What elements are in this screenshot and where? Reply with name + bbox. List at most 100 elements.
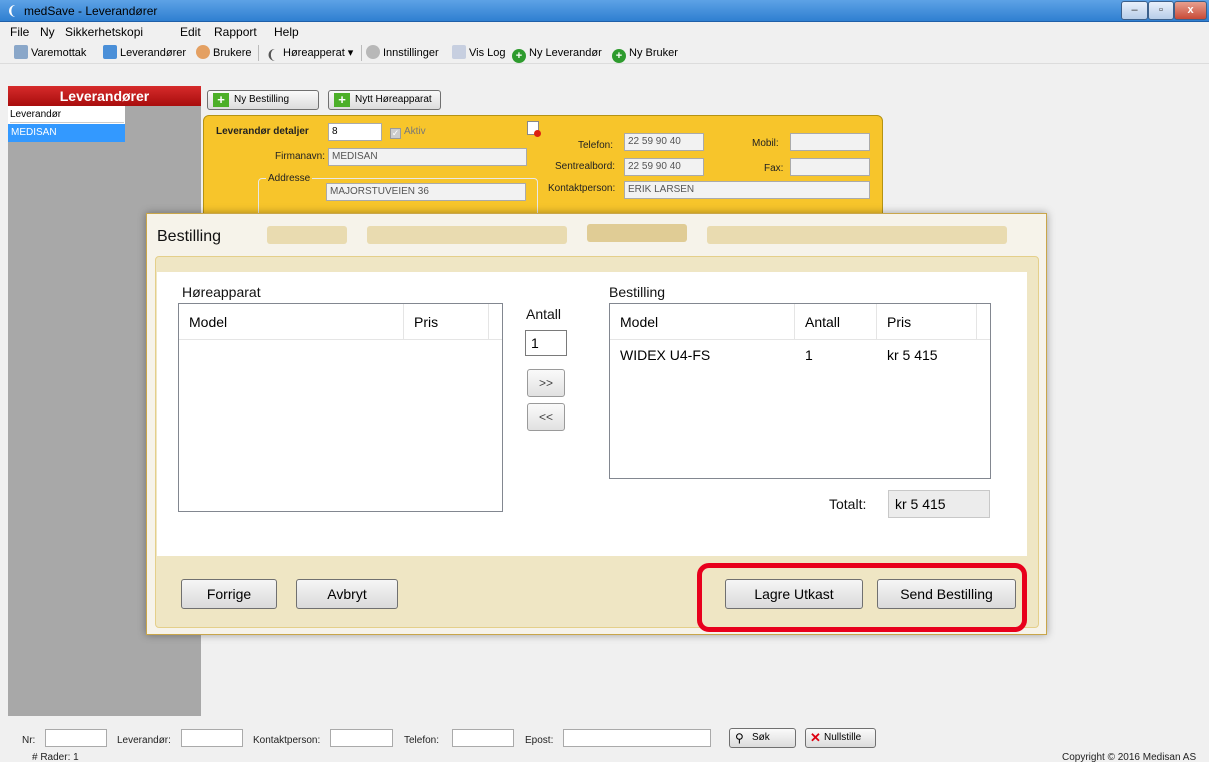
- search-epost-label: Epost:: [525, 735, 554, 746]
- sentralbord-field[interactable]: 22 59 90 40: [624, 158, 704, 176]
- highlight-annotation: [697, 563, 1027, 632]
- supplier-list-column[interactable]: Leverandør: [10, 107, 124, 123]
- toolbar-varemottak[interactable]: Varemottak: [14, 45, 86, 61]
- delete-document-icon[interactable]: [527, 121, 541, 137]
- column-pris[interactable]: Pris: [404, 304, 489, 340]
- kontaktperson-field[interactable]: ERIK LARSEN: [624, 181, 870, 199]
- kontaktperson-label: Kontaktperson:: [548, 183, 616, 194]
- aktiv-checkbox[interactable]: ✓ Aktiv: [390, 126, 426, 139]
- close-button[interactable]: x: [1174, 1, 1207, 20]
- copyright: Copyright © 2016 Medisan AS: [1062, 752, 1197, 762]
- forrige-button[interactable]: Forrige: [181, 579, 277, 609]
- order-row-antall: 1: [805, 347, 813, 363]
- add-icon: +: [512, 49, 526, 63]
- telefon-field[interactable]: 22 59 90 40: [624, 133, 704, 151]
- toolbar-brukere[interactable]: Brukere: [196, 45, 252, 61]
- clear-icon: ✕: [810, 730, 821, 745]
- total-field: kr 5 415: [888, 490, 990, 518]
- app-ear-icon: ❨: [6, 3, 18, 18]
- fax-label: Fax:: [764, 163, 784, 174]
- window-title: medSave - Leverandører: [24, 4, 158, 18]
- blurred-background-field: [367, 226, 567, 244]
- mobil-field[interactable]: [790, 133, 870, 151]
- toolbar-horeapperat[interactable]: ❨ Høreapperat ▾: [266, 45, 353, 62]
- firmanavn-field[interactable]: MEDISAN: [328, 148, 527, 166]
- maximize-button[interactable]: ▫: [1148, 1, 1174, 20]
- column-antall[interactable]: Antall: [795, 304, 877, 340]
- supplier-list-row[interactable]: MEDISAN: [8, 124, 125, 142]
- column-pris[interactable]: Pris: [877, 304, 977, 340]
- search-kontaktperson-label: Kontaktperson:: [253, 735, 321, 746]
- mobil-label: Mobil:: [752, 138, 779, 149]
- title-bar: ❨ medSave - Leverandører – ▫ x: [0, 0, 1209, 22]
- sok-button[interactable]: ⚲ Søk: [729, 728, 796, 748]
- checkbox-icon: ✓: [390, 128, 401, 139]
- sentralbord-label: Sentrealbord:: [555, 161, 616, 172]
- gear-icon: [366, 45, 380, 59]
- supplier-icon: [103, 45, 117, 59]
- fax-field[interactable]: [790, 158, 870, 176]
- user-icon: [196, 45, 210, 59]
- search-telefon-label: Telefon:: [404, 735, 440, 746]
- search-telefon-input[interactable]: [452, 729, 514, 747]
- nytt-horeapparat-button[interactable]: + Nytt Høreapparat: [328, 90, 441, 110]
- add-icon: +: [612, 49, 626, 63]
- row-count: # Rader: 1: [32, 752, 79, 762]
- toolbar-separator: [361, 45, 362, 61]
- toolbar: Varemottak Leverandører Brukere ❨ Høreapp…: [0, 42, 1209, 64]
- search-kontaktperson-input[interactable]: [330, 729, 393, 747]
- horeapparat-list[interactable]: Model Pris: [178, 303, 503, 512]
- address-field[interactable]: MAJORSTUVEIEN 36: [326, 183, 526, 201]
- toolbar-ny-bruker[interactable]: + Ny Bruker: [612, 45, 678, 63]
- menu-file[interactable]: File: [10, 25, 29, 39]
- add-to-order-button[interactable]: >>: [527, 369, 565, 397]
- ny-bestilling-button[interactable]: + Ny Bestilling: [207, 90, 319, 110]
- firmanavn-label: Firmanavn:: [275, 151, 326, 162]
- search-epost-input[interactable]: [563, 729, 711, 747]
- minimize-button[interactable]: –: [1121, 1, 1148, 20]
- log-icon: [452, 45, 466, 59]
- address-group-label: Addresse: [266, 173, 313, 184]
- remove-from-order-button[interactable]: <<: [527, 403, 565, 431]
- menu-bar: File Ny Sikkerhetskopi Edit Rapport Help: [0, 22, 1209, 42]
- antall-input[interactable]: 1: [525, 330, 567, 356]
- toolbar-vislog[interactable]: Vis Log: [452, 45, 506, 61]
- search-nr-input[interactable]: [45, 729, 107, 747]
- menu-help[interactable]: Help: [274, 25, 299, 39]
- add-icon: +: [213, 93, 229, 107]
- dialog-title: Bestilling: [157, 228, 222, 245]
- horeapparat-list-header: Model Pris: [179, 304, 502, 340]
- search-nr-label: Nr:: [22, 735, 36, 746]
- telefon-label: Telefon:: [578, 140, 614, 151]
- bestilling-label: Bestilling: [609, 284, 666, 300]
- blurred-background-field: [707, 226, 1007, 244]
- toolbar-ny-leverandor[interactable]: + Ny Leverandør: [512, 45, 602, 63]
- nullstille-button[interactable]: ✕ Nullstille: [805, 728, 876, 748]
- horeapparat-label: Høreapparat: [182, 284, 261, 300]
- antall-label: Antall: [526, 306, 562, 322]
- search-leverandor-label: Leverandør:: [117, 735, 171, 746]
- avbryt-button[interactable]: Avbryt: [296, 579, 398, 609]
- ear-icon: ❨: [266, 47, 277, 62]
- menu-sikkerhetskopi[interactable]: Sikkerhetskopi: [65, 25, 143, 39]
- menu-ny[interactable]: Ny: [40, 25, 55, 39]
- toolbar-separator: [258, 45, 259, 61]
- menu-edit[interactable]: Edit: [180, 25, 201, 39]
- toolbar-innstillinger[interactable]: Innstillinger: [366, 45, 439, 61]
- menu-rapport[interactable]: Rapport: [214, 25, 257, 39]
- column-model[interactable]: Model: [610, 304, 795, 340]
- order-list[interactable]: Model Antall Pris WIDEX U4-FS 1 kr 5 415: [609, 303, 991, 479]
- column-model[interactable]: Model: [179, 304, 404, 340]
- search-icon: ⚲: [735, 731, 744, 745]
- order-row-pris: kr 5 415: [887, 347, 938, 363]
- blurred-background-field: [267, 226, 347, 244]
- truck-icon: [14, 45, 28, 59]
- supplier-id-field[interactable]: 8: [328, 123, 382, 141]
- toolbar-leverandorer[interactable]: Leverandører: [103, 45, 186, 61]
- search-leverandor-input[interactable]: [181, 729, 243, 747]
- blurred-background-label: [587, 224, 687, 242]
- details-heading: Leverandør detaljer: [216, 126, 309, 137]
- sidebar-header: Leverandører: [8, 86, 201, 106]
- add-icon: +: [334, 93, 350, 107]
- order-row-model: WIDEX U4-FS: [620, 347, 711, 363]
